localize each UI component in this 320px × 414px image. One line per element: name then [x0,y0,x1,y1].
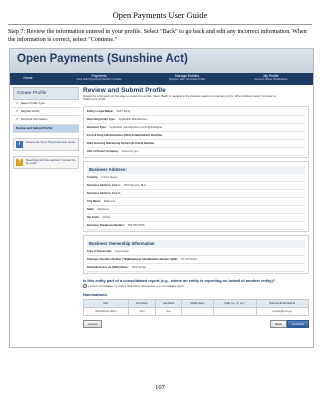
radio-button[interactable] [83,283,88,289]
document-header: Open Payments User Guide [112,10,208,20]
field-row: Food & Drug Administration (FDA) Establi… [87,132,305,140]
table-cell: Official Entity Officer [83,307,129,317]
nav-payments[interactable]: Payments View, Edit Payments/Transfers o… [64,74,134,83]
column-header: First Name [127,299,156,309]
header-rule [8,24,312,25]
column-header: Middle Name [181,299,214,309]
continue-button[interactable]: Continue [286,320,309,329]
help-box-user-guide[interactable]: i Access the Open Payments User Guide [13,137,79,151]
table-cell [181,307,214,317]
embedded-screenshot: Open Payments (Sunshine Act) Home Paymen… [9,48,314,348]
nav-payments-sub: View, Edit Payments/Transfers of Value [76,78,122,82]
table-cell: John [127,307,156,317]
question-icon: ? [16,158,23,166]
field-row: URL of Parent Company: www.cms.gov [87,148,305,156]
table-cell: johndoe@cms.gov [255,307,310,317]
section-title: Business Ownership Information [87,239,305,248]
sidebar-step-personal-information[interactable]: ✔ Personal Information [13,116,79,125]
entity-summary: Entity's Legal Name: TEST Entity Reportin… [83,105,309,158]
nav-home[interactable]: Home [13,76,43,80]
column-header: Role [83,299,129,309]
top-nav: Home Payments View, Edit Payments/Transf… [10,73,313,85]
site-banner: Open Payments (Sunshine Act) [10,49,313,73]
back-button[interactable]: Back [270,320,287,329]
sidebar-title: Create Profile [13,87,79,100]
page-title: Review and Submit Profile [83,87,166,94]
field-row: City Name: Baltimore [87,198,305,206]
page-intro: Review the information on this page to e… [83,95,276,102]
table-row: Official Entity Officer John Doe johndoe… [83,307,310,317]
field-row: Zip Code: 21244 [87,214,305,222]
step-instruction: Step 7: Review the information entered i… [8,29,307,44]
field-row: Country: United States [87,174,305,182]
field-row: Business Address, Line 1: 7500 Security B… [87,182,305,190]
field-row: Type of Ownership: Corporation [87,248,305,256]
field-row: Taxpayer Identifier Number (TIN)/Employe… [87,256,305,264]
nav-manage-entities[interactable]: Manage Entities Register, Edit, Nominate… [152,74,222,83]
field-row: Business Address, Line 2: [87,190,305,198]
field-row: Data Sourcing Numbering System (D-U-N-S)… [87,140,305,148]
table-cell: Doe [154,307,183,317]
nav-profile-sub: Account, Roles, Notifications [254,78,288,82]
cancel-button[interactable]: Cancel [83,320,103,329]
ownership-section: Business Ownership Information Type of O… [83,234,309,274]
nav-my-profile[interactable]: My Profile Account, Roles, Notifications [234,74,308,83]
help-box-text: Need help with the website? Contact Us b… [26,157,76,166]
field-row: Business Type: Applicable manufacturer of… [87,124,305,132]
page-number: 107 [155,384,165,391]
field-row: State: Maryland [87,206,305,214]
nominations-table: Role First Name Last Name Middle Name Su… [83,299,310,317]
check-icon: ✔ [16,117,19,122]
column-header: Suffix (i.e., Jr., etc.) [212,299,257,309]
sidebar-step-review-submit[interactable]: Review and Submit Profile [13,124,79,133]
sidebar-step-register-entity[interactable]: ✔ Register Entity [13,108,79,117]
field-row: Entity's Legal Name: TEST Entity [87,108,305,116]
info-icon: i [16,140,23,148]
consolidated-report-answer: I want to consolidate my entity's data w… [83,283,309,289]
sidebar: Create Profile ✔ Select Profile Type ✔ Reg… [13,87,79,169]
help-box-contact[interactable]: ? Need help with the website? Contact Us… [13,155,79,169]
table-cell [212,307,257,317]
help-box-text: Access the Open Payments User Guide [26,139,76,144]
business-address-section: Business Address: Country: United States … [83,160,309,232]
main-content: Review and Submit Profile Review the inf… [83,87,310,329]
check-icon: ✔ [16,109,19,114]
action-buttons: Cancel Back Continue [83,320,309,329]
field-row: Doing Business As (DBA) Name: TEST Entity [87,264,305,272]
table-header-row: Role First Name Last Name Middle Name Su… [83,299,310,309]
section-title: Business Address: [87,165,305,174]
field-row: Reporting Entity Type: Applicable Manufac… [87,116,305,124]
nominations-title: Nominations: [83,292,108,298]
check-icon: ✔ [16,101,19,105]
sidebar-step-select-profile-type[interactable]: ✔ Select Profile Type [13,100,79,109]
column-header: Last Name [154,299,183,309]
field-row: Business Telephone Number: 555-555-5555 [87,222,305,230]
nav-entities-sub: Register, Edit, Nominate Profile [168,78,206,82]
column-header: Business Email Address [255,299,310,309]
site-title: Open Payments (Sunshine Act) [17,53,188,65]
consolidated-report-question: Is this entity part of a consolidated re… [83,277,276,283]
